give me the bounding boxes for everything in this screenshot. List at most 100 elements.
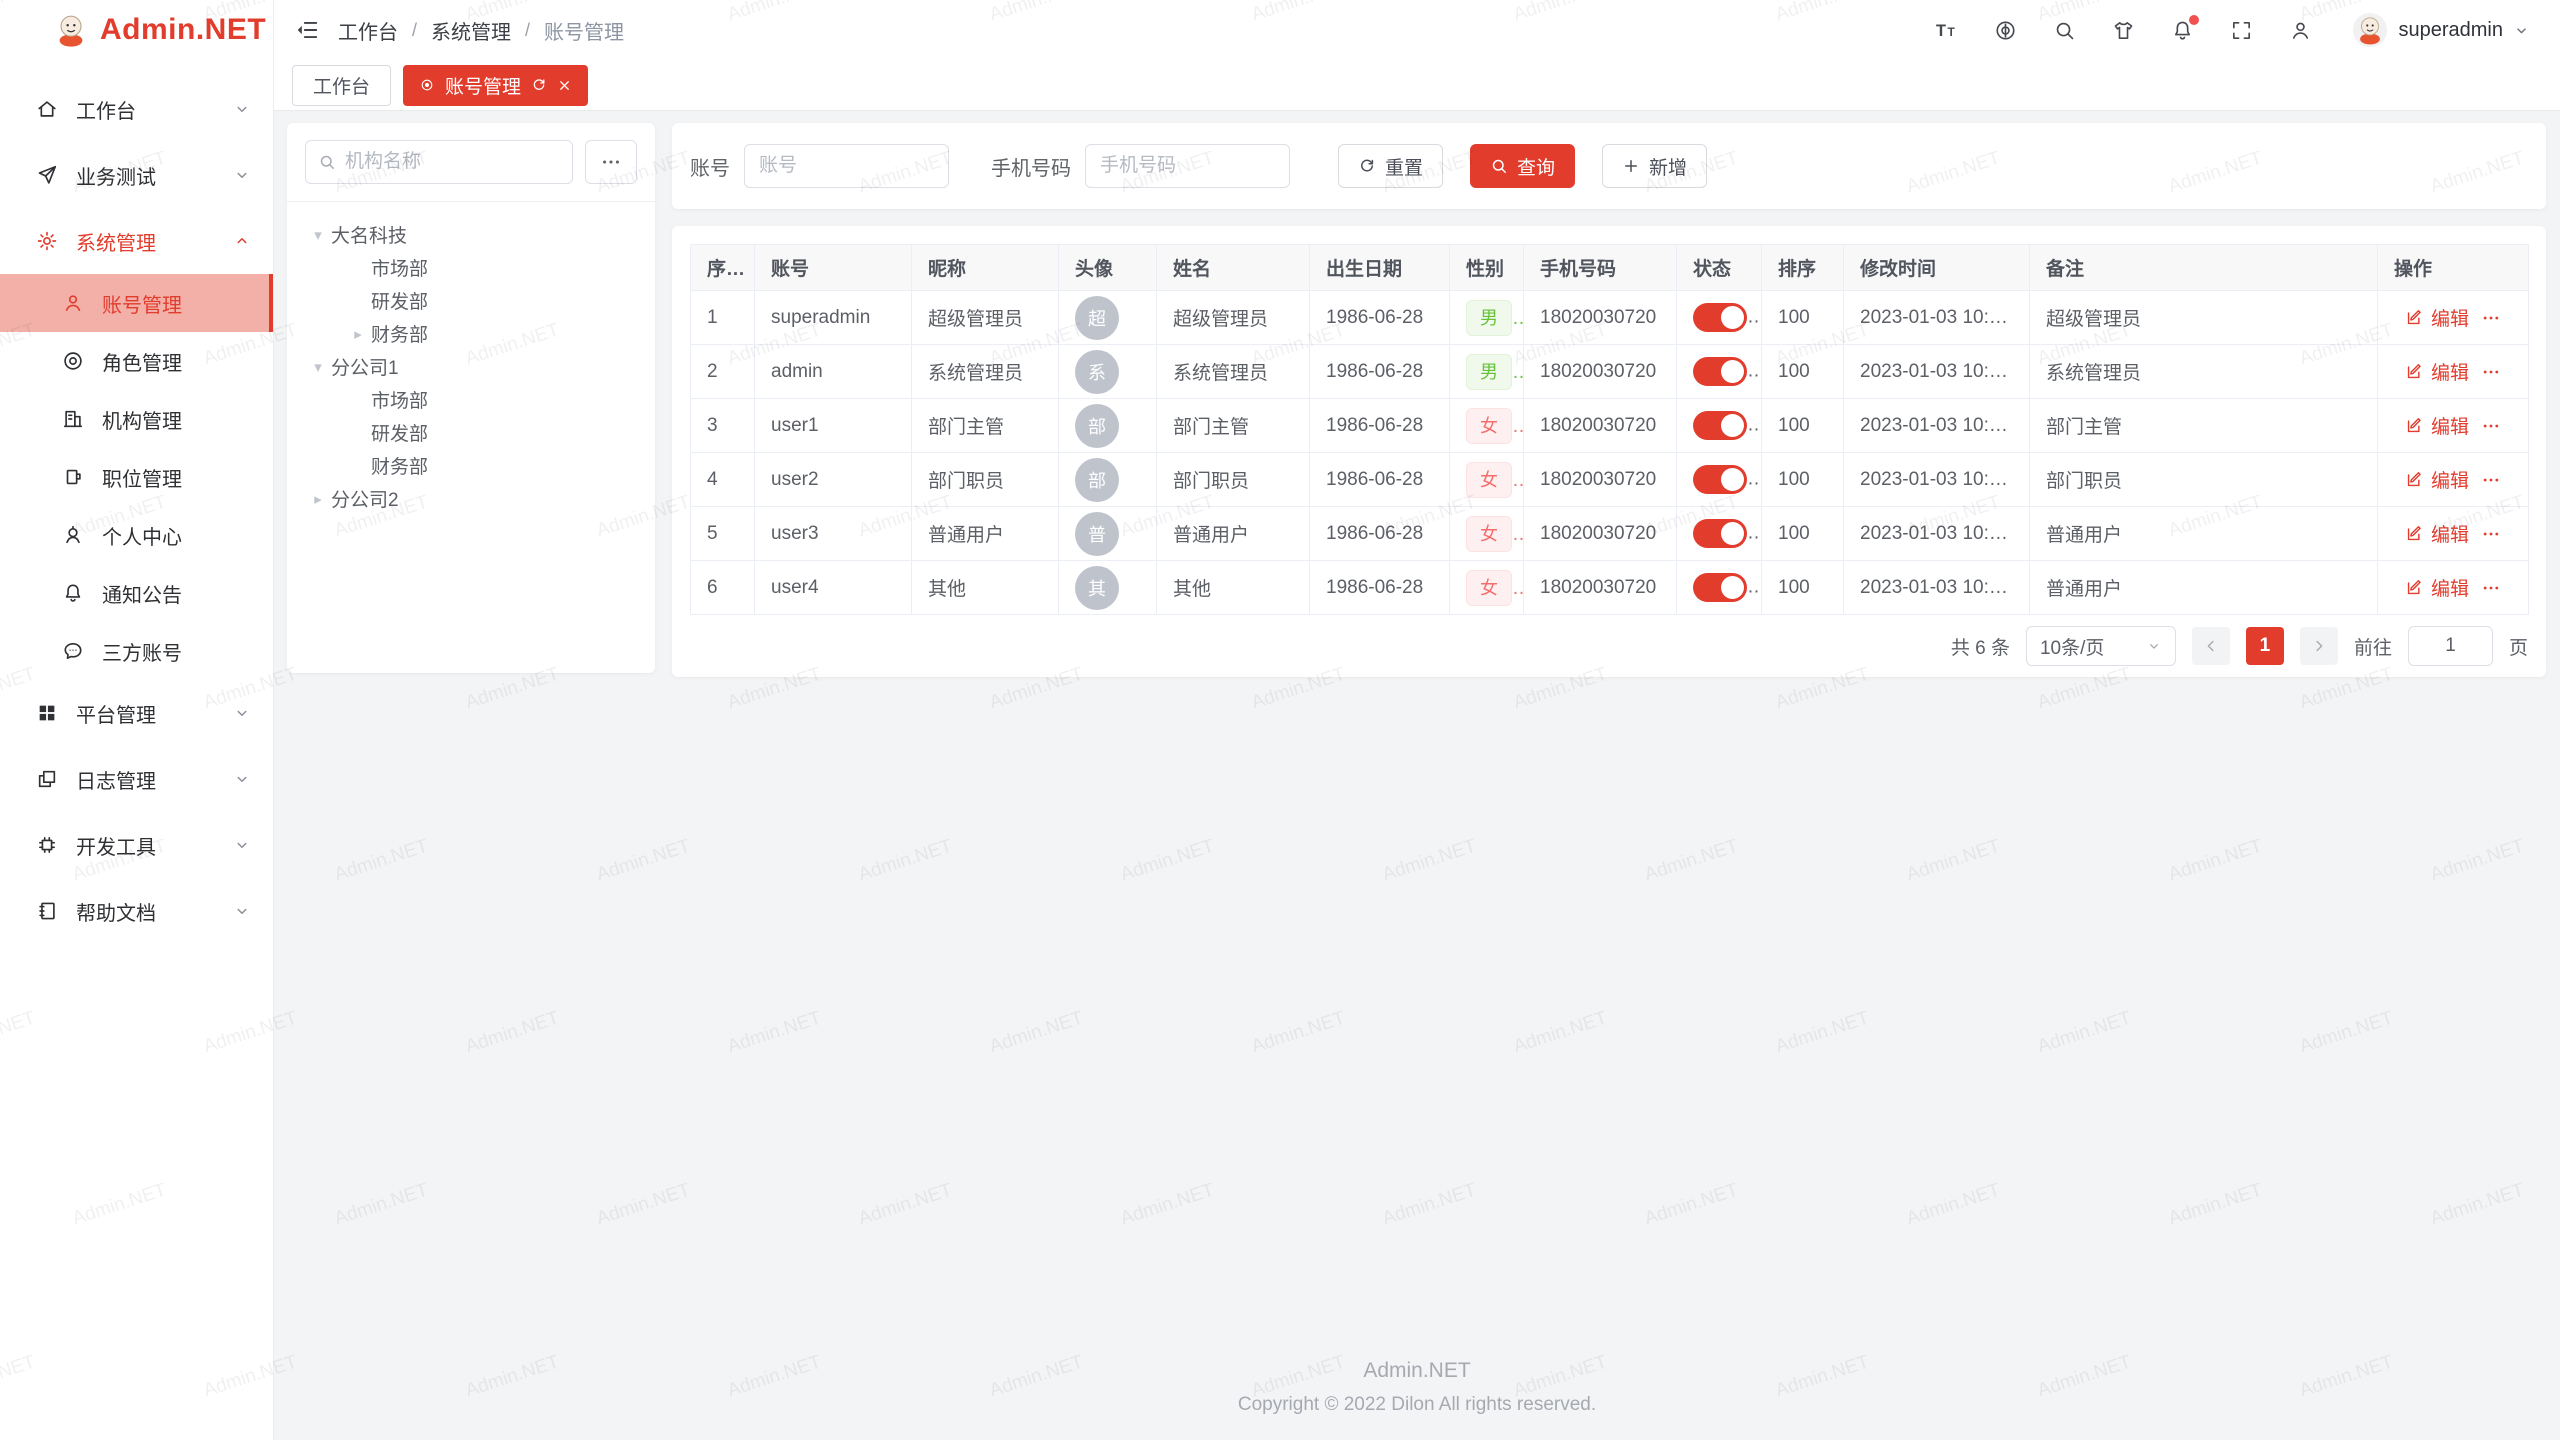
tab-account-management[interactable]: 账号管理 — [403, 65, 588, 106]
tree-caret-icon[interactable]: ▾ — [305, 358, 331, 376]
cell-remark: 系统管理员 — [2030, 345, 2378, 399]
bell-icon[interactable] — [2171, 19, 2194, 42]
tab-refresh-icon[interactable] — [531, 77, 547, 93]
sidebar-item-personal-center[interactable]: 个人中心 — [0, 506, 273, 564]
sidebar-item-label: 平台管理 — [76, 699, 156, 728]
sidebar-item-account-management[interactable]: 账号管理 — [0, 274, 273, 332]
tab-close-icon[interactable] — [557, 78, 572, 93]
sidebar-item-log-management[interactable]: 日志管理 — [0, 746, 273, 812]
cell-sort: 100 — [1762, 561, 1844, 615]
tree-node-label: 市场部 — [371, 386, 428, 413]
next-page-button[interactable] — [2300, 627, 2338, 665]
sidebar-item-system-management[interactable]: 系统管理 — [0, 208, 273, 274]
reset-button[interactable]: 重置 — [1338, 144, 1443, 188]
column-header: 状态 — [1677, 245, 1762, 291]
tree-caret-icon[interactable]: ▸ — [305, 490, 331, 508]
tree-node[interactable]: 研发部 — [295, 284, 647, 317]
status-toggle[interactable] — [1693, 519, 1747, 548]
sidebar-item-notice-announcement[interactable]: 通知公告 — [0, 564, 273, 622]
app-logo[interactable]: Admin.NET — [0, 0, 273, 60]
collapse-sidebar-icon[interactable] — [294, 17, 320, 43]
sidebar-item-platform-management[interactable]: 平台管理 — [0, 680, 273, 746]
tree-node-label: 研发部 — [371, 419, 428, 446]
cell-modified-time: 2023-01-03 10:59:44 — [1844, 453, 2030, 507]
status-toggle[interactable] — [1693, 303, 1747, 332]
user-menu[interactable]: superadmin — [2318, 12, 2530, 48]
cell-phone: 18020030720 — [1524, 507, 1677, 561]
edit-button[interactable]: 编辑 — [2405, 466, 2469, 493]
prev-page-button[interactable] — [2192, 627, 2230, 665]
fullscreen-icon[interactable] — [2230, 19, 2253, 42]
sidebar-item-position-management[interactable]: 职位管理 — [0, 448, 273, 506]
sidebar-item-workbench[interactable]: 工作台 — [0, 76, 273, 142]
edit-button[interactable]: 编辑 — [2405, 574, 2469, 601]
svg-text:T: T — [1936, 21, 1946, 39]
row-more-button[interactable] — [2481, 578, 2501, 598]
row-more-button[interactable] — [2481, 308, 2501, 328]
goto-page-input[interactable] — [2408, 626, 2493, 666]
row-more-button[interactable] — [2481, 416, 2501, 436]
page-size-select[interactable]: 10条/页 — [2026, 626, 2176, 666]
cell-avatar: 系 — [1059, 345, 1157, 399]
sidebar-item-role-management[interactable]: 角色管理 — [0, 332, 273, 390]
status-toggle[interactable] — [1693, 573, 1747, 602]
edit-button[interactable]: 编辑 — [2405, 520, 2469, 547]
phone-filter-input[interactable] — [1085, 144, 1290, 188]
sidebar-item-help-docs[interactable]: 帮助文档 — [0, 878, 273, 944]
edit-button[interactable]: 编辑 — [2405, 412, 2469, 439]
user-icon[interactable] — [2289, 19, 2312, 42]
row-more-button[interactable] — [2481, 470, 2501, 490]
tree-node[interactable]: ▸分公司2 — [295, 482, 647, 515]
row-more-button[interactable] — [2481, 362, 2501, 382]
breadcrumb-item[interactable]: 账号管理 — [544, 16, 624, 45]
tree-caret-icon[interactable]: ▾ — [305, 226, 331, 244]
status-toggle[interactable] — [1693, 411, 1747, 440]
breadcrumb-item[interactable]: 系统管理 — [431, 16, 511, 45]
avatar: 超 — [1075, 296, 1119, 340]
edit-button[interactable]: 编辑 — [2405, 304, 2469, 331]
sidebar-item-business-test[interactable]: 业务测试 — [0, 142, 273, 208]
org-icon — [62, 408, 84, 430]
tree-node[interactable]: ▾大名科技 — [295, 218, 647, 251]
add-button[interactable]: 新增 — [1602, 144, 1707, 188]
sidebar-item-dev-tools[interactable]: 开发工具 — [0, 812, 273, 878]
tree-node[interactable]: 市场部 — [295, 251, 647, 284]
current-page-button[interactable]: 1 — [2246, 627, 2284, 665]
tree-more-button[interactable] — [585, 140, 637, 184]
tree-node[interactable]: 研发部 — [295, 416, 647, 449]
sidebar-item-third-party-account[interactable]: 三方账号 — [0, 622, 273, 680]
cell-name: 普通用户 — [1157, 507, 1310, 561]
table-header-row: 序号账号昵称头像姓名出生日期性别手机号码状态排序修改时间备注操作 — [691, 245, 2529, 291]
gender-tag: 女 — [1466, 516, 1512, 552]
row-more-button[interactable] — [2481, 524, 2501, 544]
table-row: 4 user2 部门职员 部 部门职员 1986-06-28 女 1802003… — [691, 453, 2529, 507]
status-toggle[interactable] — [1693, 465, 1747, 494]
status-toggle[interactable] — [1693, 357, 1747, 386]
account-filter-input[interactable] — [744, 144, 949, 188]
shirt-icon[interactable] — [2112, 19, 2135, 42]
chev-down-icon — [233, 100, 251, 118]
language-icon[interactable] — [1994, 19, 2017, 42]
org-search-input[interactable] — [345, 151, 560, 173]
sidebar-item-org-management[interactable]: 机构管理 — [0, 390, 273, 448]
tab-workbench[interactable]: 工作台 — [292, 65, 391, 106]
tree-caret-icon[interactable]: ▸ — [345, 325, 371, 343]
tree-node[interactable]: 市场部 — [295, 383, 647, 416]
tree-node[interactable]: ▸财务部 — [295, 317, 647, 350]
search-icon[interactable] — [2053, 19, 2076, 42]
cell-nickname: 超级管理员 — [912, 291, 1059, 345]
footer-copyright: Copyright © 2022 Dilon All rights reserv… — [274, 1394, 2560, 1416]
edit-button[interactable]: 编辑 — [2405, 358, 2469, 385]
font-size-icon[interactable]: TT — [1935, 19, 1958, 42]
person-icon — [62, 524, 84, 546]
tree-node[interactable]: ▾分公司1 — [295, 350, 647, 383]
tree-node[interactable]: 财务部 — [295, 449, 647, 482]
topbar-icons: TT — [1935, 19, 2312, 42]
query-button[interactable]: 查询 — [1470, 144, 1575, 188]
breadcrumb-item[interactable]: 工作台 — [338, 16, 398, 45]
cell-phone: 18020030720 — [1524, 345, 1677, 399]
chev-down-icon — [233, 902, 251, 920]
sidebar-item-label: 工作台 — [76, 95, 136, 124]
cell-birthdate: 1986-06-28 — [1310, 345, 1450, 399]
cell-status — [1677, 453, 1762, 507]
